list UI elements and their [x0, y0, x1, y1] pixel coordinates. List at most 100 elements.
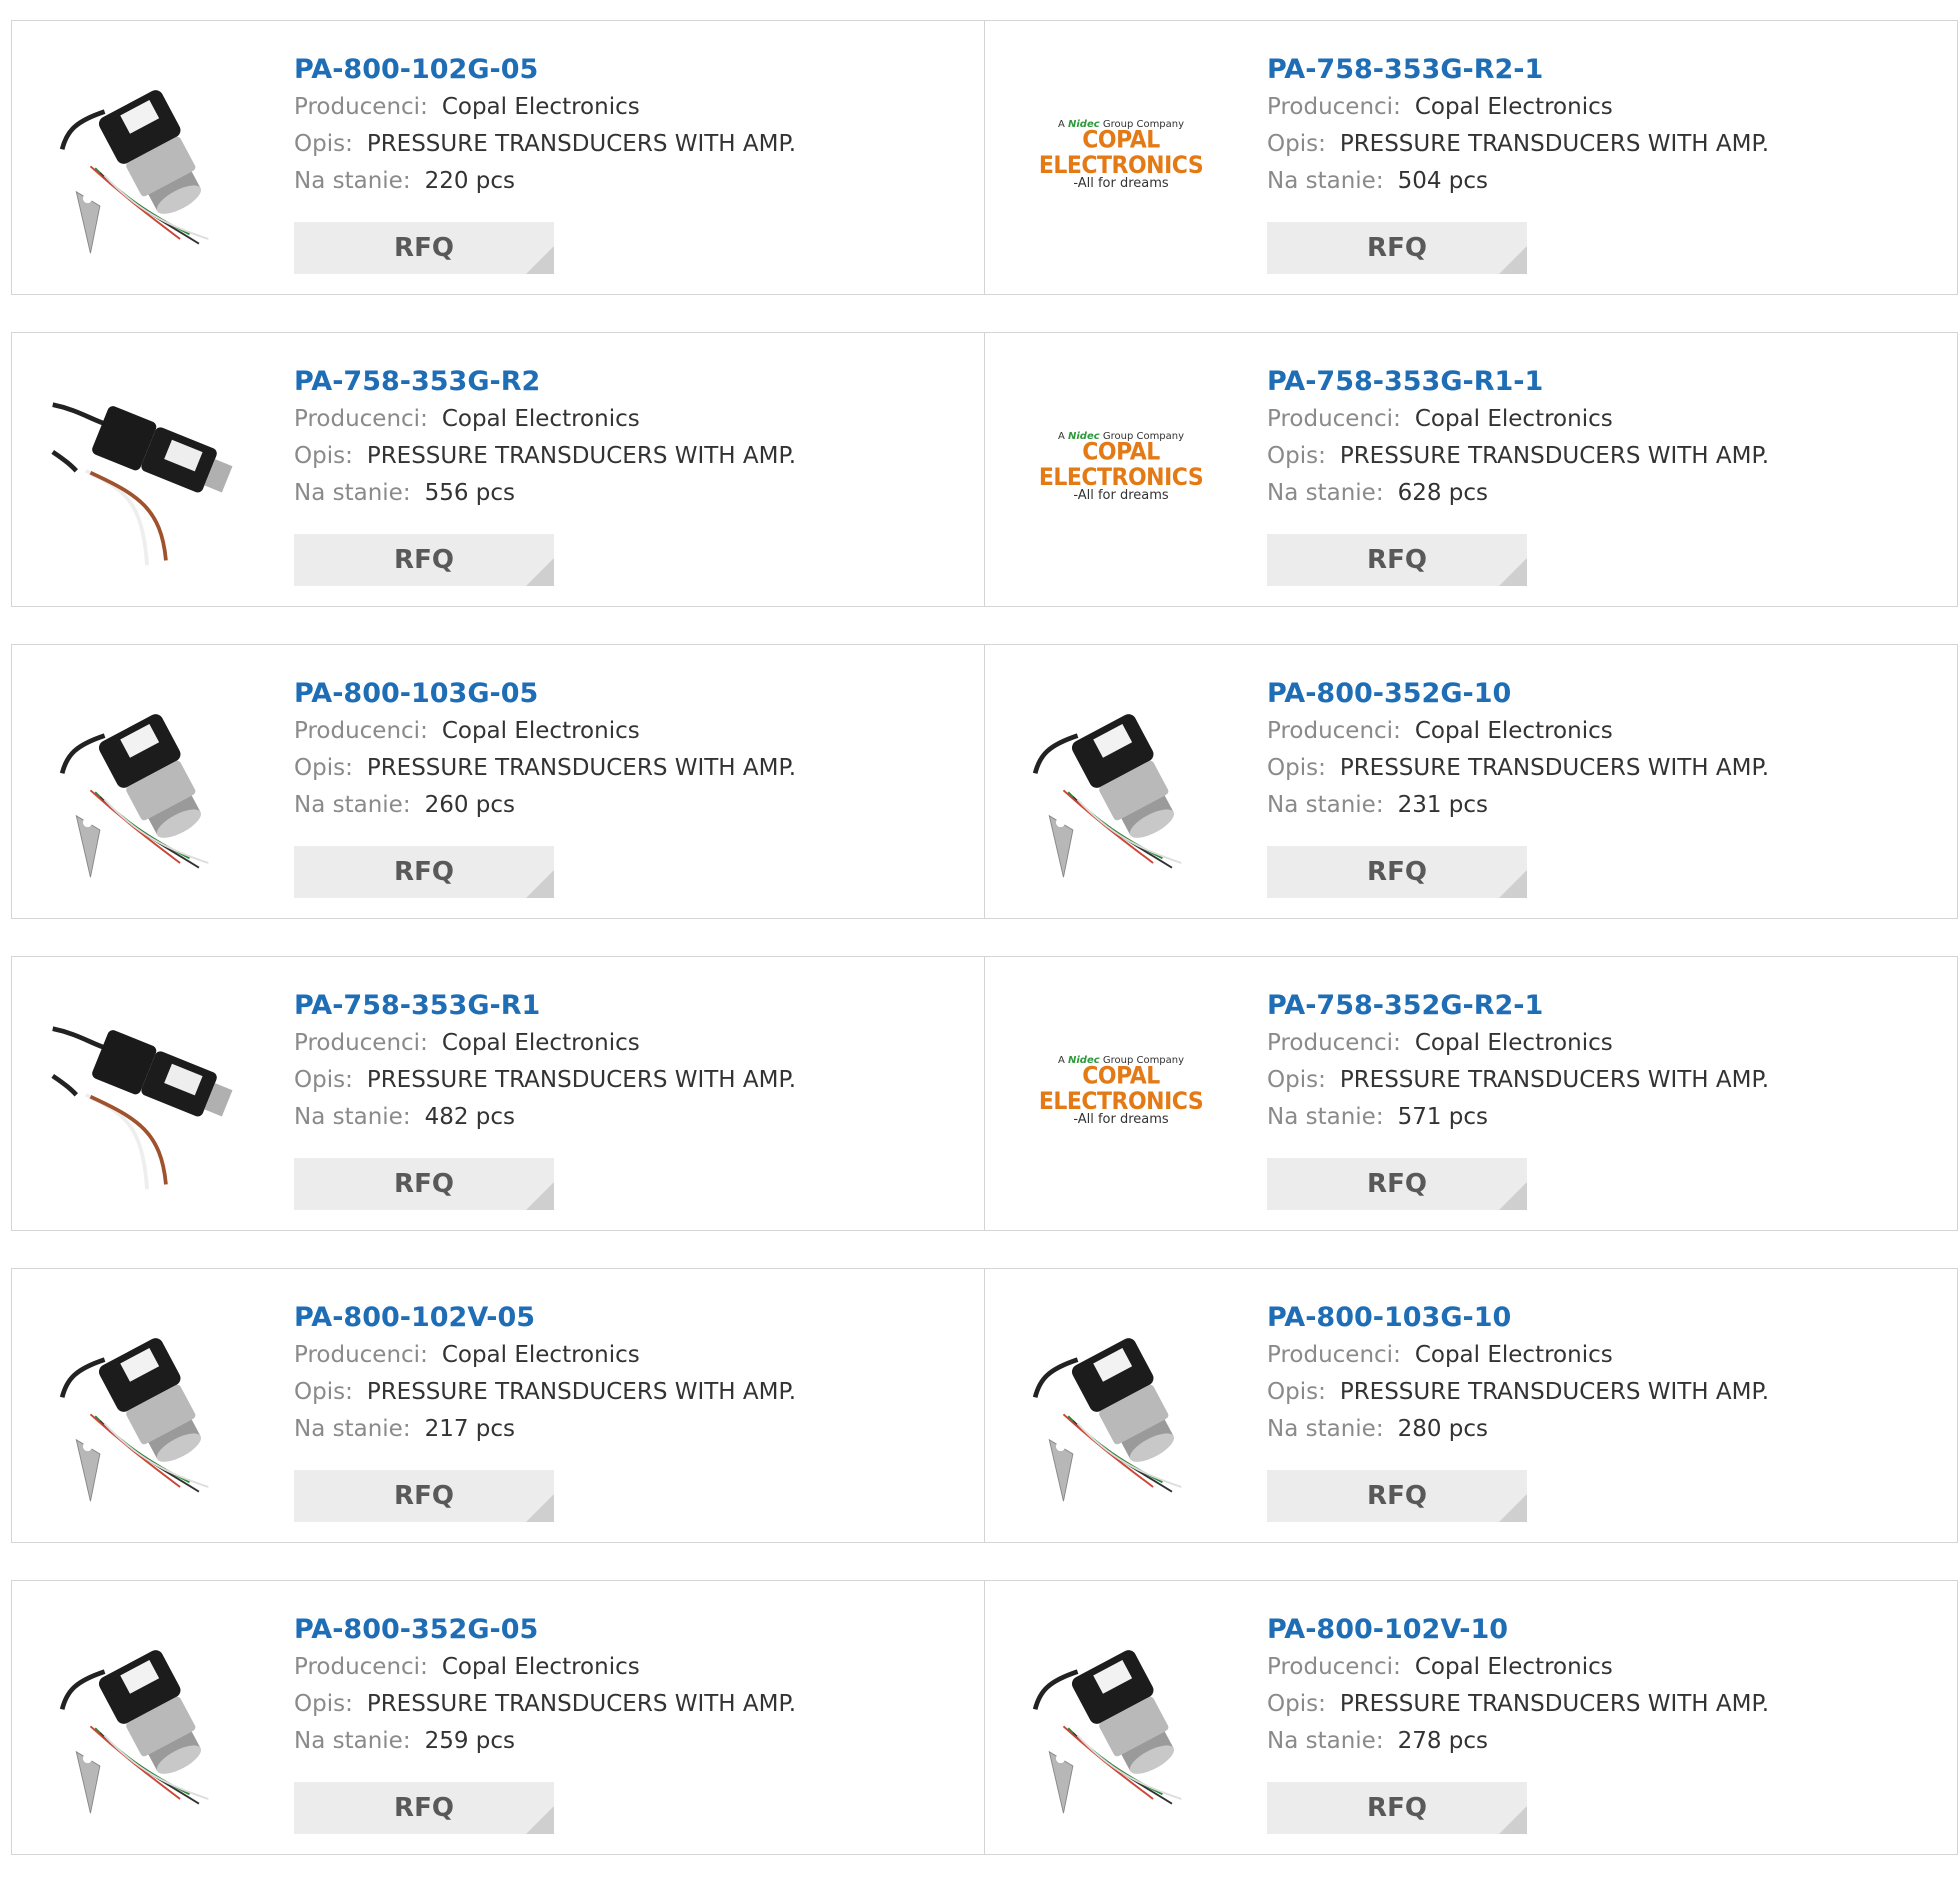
part-number-link[interactable]: PA-758-352G-R2-1	[1267, 987, 1769, 1025]
transducer-connector-image	[51, 402, 233, 566]
stock-value: 278 pcs	[1397, 1728, 1489, 1754]
part-number-link[interactable]: PA-800-103G-10	[1267, 1299, 1769, 1337]
transducer-cable-image	[59, 1338, 209, 1502]
stock-label: Na stanie:	[1267, 792, 1384, 818]
product-info: PA-800-103G-05 Producenci: Copal Electroni…	[294, 675, 796, 824]
corner-triangle	[526, 246, 554, 274]
product-image[interactable]	[42, 361, 254, 573]
product-card: PA-800-103G-10 Producenci: Copal Electroni…	[985, 1268, 1958, 1543]
stock-label: Na stanie:	[294, 168, 411, 194]
manufacturer-label: Producenci:	[294, 1342, 428, 1368]
rfq-button[interactable]: RFQ	[294, 1782, 554, 1834]
rfq-button[interactable]: RFQ	[1267, 1470, 1527, 1522]
rfq-button[interactable]: RFQ	[1267, 1158, 1527, 1210]
description-value: PRESSURE TRANSDUCERS WITH AMP.	[366, 1067, 797, 1093]
description-value: PRESSURE TRANSDUCERS WITH AMP.	[1339, 1067, 1770, 1093]
rfq-button[interactable]: RFQ	[1267, 846, 1527, 898]
product-image[interactable]	[42, 1297, 254, 1509]
product-image[interactable]	[42, 673, 254, 885]
stock-value: 571 pcs	[1397, 1104, 1489, 1130]
part-number-link[interactable]: PA-800-352G-05	[294, 1611, 796, 1649]
rfq-button[interactable]: RFQ	[294, 534, 554, 586]
stock-label: Na stanie:	[294, 1104, 411, 1130]
product-card: A Nidec Group Company COPAL ELECTRONICS …	[985, 332, 1958, 607]
description-label: Opis:	[294, 1067, 353, 1093]
rfq-button[interactable]: RFQ	[1267, 222, 1527, 274]
product-card: PA-800-352G-05 Producenci: Copal Electroni…	[11, 1580, 985, 1855]
stock-label: Na stanie:	[1267, 1416, 1384, 1442]
description-value: PRESSURE TRANSDUCERS WITH AMP.	[366, 755, 797, 781]
part-number-link[interactable]: PA-800-103G-05	[294, 675, 796, 713]
stock-line: Na stanie: 220 pcs	[294, 163, 796, 200]
product-card: PA-800-103G-05 Producenci: Copal Electroni…	[11, 644, 985, 919]
manufacturer-value: Copal Electronics	[441, 1654, 640, 1680]
part-number-link[interactable]: PA-800-102G-05	[294, 51, 796, 89]
description-line: Opis: PRESSURE TRANSDUCERS WITH AMP.	[1267, 438, 1769, 475]
product-image[interactable]: A Nidec Group Company COPAL ELECTRONICS …	[1015, 361, 1227, 573]
corner-triangle	[1499, 1182, 1527, 1210]
description-value: PRESSURE TRANSDUCERS WITH AMP.	[1339, 443, 1770, 469]
stock-line: Na stanie: 556 pcs	[294, 475, 796, 512]
manufacturer-value: Copal Electronics	[1414, 94, 1613, 120]
manufacturer-line: Producenci: Copal Electronics	[294, 401, 796, 438]
product-image[interactable]	[1015, 1297, 1227, 1509]
product-card: A Nidec Group Company COPAL ELECTRONICS …	[985, 956, 1958, 1231]
corner-triangle	[1499, 246, 1527, 274]
part-number-link[interactable]: PA-800-102V-05	[294, 1299, 796, 1337]
stock-value: 280 pcs	[1397, 1416, 1489, 1442]
part-number-link[interactable]: PA-758-353G-R2	[294, 363, 796, 401]
stock-label: Na stanie:	[294, 1728, 411, 1754]
transducer-cable-image	[1032, 714, 1182, 878]
description-line: Opis: PRESSURE TRANSDUCERS WITH AMP.	[294, 126, 796, 163]
description-label: Opis:	[294, 1691, 353, 1717]
part-number-link[interactable]: PA-758-353G-R2-1	[1267, 51, 1769, 89]
product-card: PA-800-102V-05 Producenci: Copal Electroni…	[11, 1268, 985, 1543]
manufacturer-label: Producenci:	[1267, 94, 1401, 120]
copal-electronics-logo: A Nidec Group Company COPAL ELECTRONICS …	[1038, 1054, 1204, 1127]
product-image[interactable]	[1015, 1609, 1227, 1821]
rfq-button[interactable]: RFQ	[1267, 1782, 1527, 1834]
manufacturer-label: Producenci:	[294, 94, 428, 120]
product-row: PA-800-103G-05 Producenci: Copal Electroni…	[11, 644, 1958, 919]
description-line: Opis: PRESSURE TRANSDUCERS WITH AMP.	[1267, 126, 1769, 163]
description-label: Opis:	[1267, 1691, 1326, 1717]
part-number-link[interactable]: PA-800-352G-10	[1267, 675, 1769, 713]
stock-label: Na stanie:	[1267, 480, 1384, 506]
rfq-button[interactable]: RFQ	[294, 222, 554, 274]
product-row: PA-800-102G-05 Producenci: Copal Electroni…	[11, 20, 1958, 295]
description-value: PRESSURE TRANSDUCERS WITH AMP.	[1339, 131, 1770, 157]
description-line: Opis: PRESSURE TRANSDUCERS WITH AMP.	[294, 750, 796, 787]
product-image[interactable]	[42, 49, 254, 261]
transducer-cable-image	[59, 714, 209, 878]
product-row: PA-800-102V-05 Producenci: Copal Electroni…	[11, 1268, 1958, 1543]
rfq-label: RFQ	[394, 857, 454, 887]
product-image[interactable]: A Nidec Group Company COPAL ELECTRONICS …	[1015, 985, 1227, 1197]
rfq-label: RFQ	[394, 1481, 454, 1511]
rfq-button[interactable]: RFQ	[294, 1470, 554, 1522]
product-image[interactable]: A Nidec Group Company COPAL ELECTRONICS …	[1015, 49, 1227, 261]
part-number-link[interactable]: PA-800-102V-10	[1267, 1611, 1769, 1649]
stock-line: Na stanie: 259 pcs	[294, 1723, 796, 1760]
manufacturer-line: Producenci: Copal Electronics	[294, 713, 796, 750]
corner-triangle	[526, 558, 554, 586]
product-info: PA-800-352G-05 Producenci: Copal Electroni…	[294, 1611, 796, 1760]
product-image[interactable]	[42, 985, 254, 1197]
product-card: A Nidec Group Company COPAL ELECTRONICS …	[985, 20, 1958, 295]
rfq-button[interactable]: RFQ	[1267, 534, 1527, 586]
part-number-link[interactable]: PA-758-353G-R1	[294, 987, 796, 1025]
rfq-button[interactable]: RFQ	[294, 1158, 554, 1210]
part-number-link[interactable]: PA-758-353G-R1-1	[1267, 363, 1769, 401]
description-line: Opis: PRESSURE TRANSDUCERS WITH AMP.	[1267, 750, 1769, 787]
manufacturer-line: Producenci: Copal Electronics	[1267, 1337, 1769, 1374]
rfq-label: RFQ	[394, 233, 454, 263]
manufacturer-label: Producenci:	[1267, 1030, 1401, 1056]
manufacturer-line: Producenci: Copal Electronics	[294, 89, 796, 126]
product-image[interactable]	[42, 1609, 254, 1821]
product-info: PA-758-353G-R1-1 Producenci: Copal Electro…	[1267, 363, 1769, 512]
stock-value: 231 pcs	[1397, 792, 1489, 818]
product-image[interactable]	[1015, 673, 1227, 885]
rfq-button[interactable]: RFQ	[294, 846, 554, 898]
rfq-label: RFQ	[394, 545, 454, 575]
stock-label: Na stanie:	[294, 480, 411, 506]
stock-label: Na stanie:	[1267, 1104, 1384, 1130]
